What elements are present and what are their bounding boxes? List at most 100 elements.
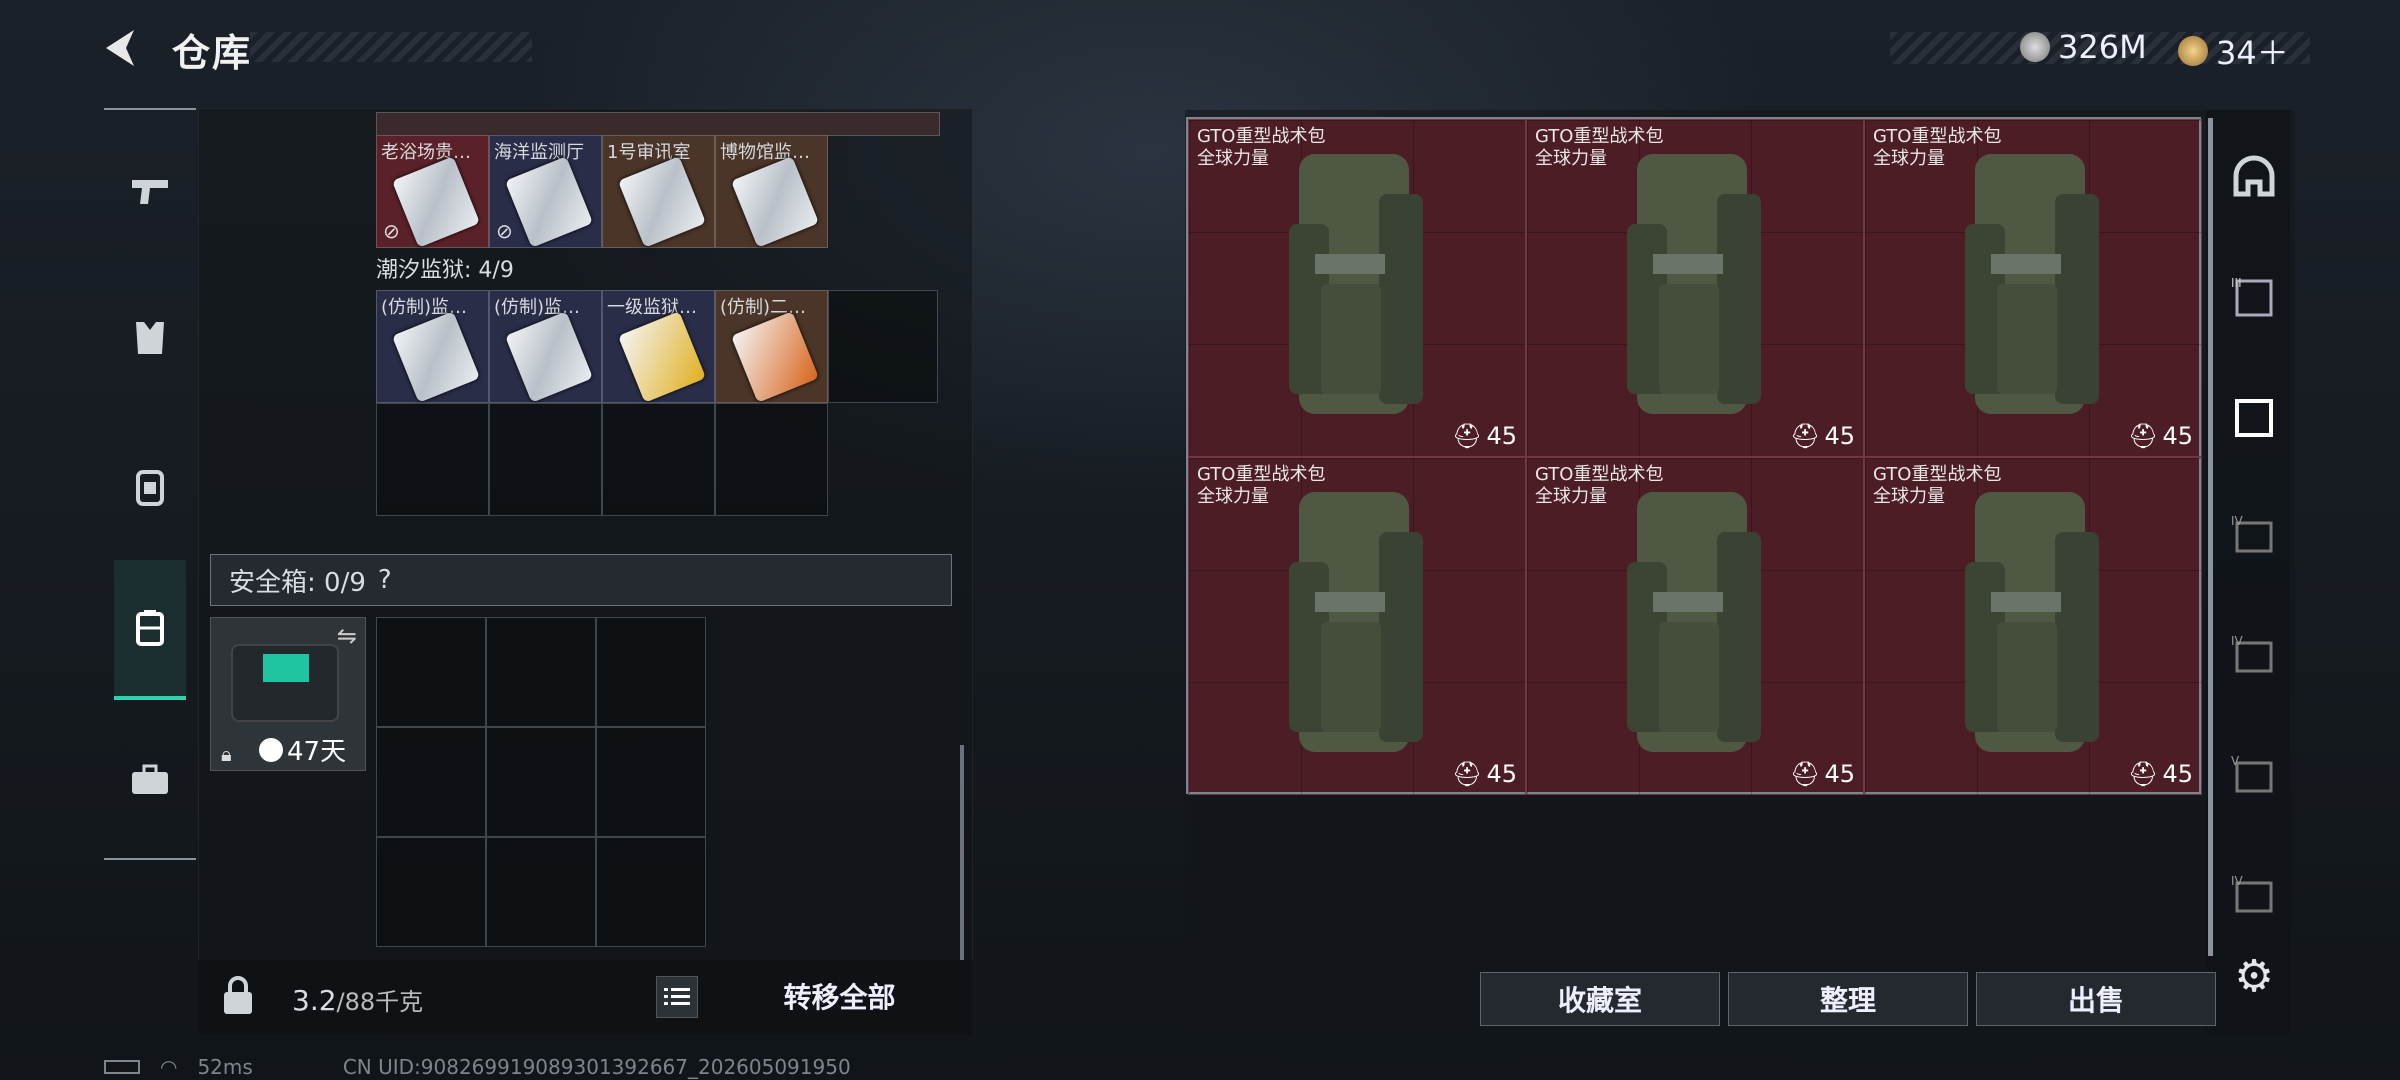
safe-slot[interactable] (486, 837, 596, 947)
rail-item-5[interactable]: IV (2226, 628, 2282, 684)
keycard-slot[interactable]: 老浴场贵… ⊘ (376, 135, 489, 248)
safe-slot[interactable] (376, 837, 486, 947)
no-lock-icon: ⊘ (383, 219, 400, 243)
rental-days: 47天 (287, 737, 347, 767)
backpack-item[interactable]: GTO重型战术包 全球力量 ⛑︎ 45 (1526, 119, 1864, 457)
empty-slot[interactable] (489, 403, 602, 516)
helmet-icon: ⛑︎ (1451, 760, 1483, 788)
uid: CN UID:908269919089301392667_20260509195… (342, 1055, 851, 1079)
container-icon (136, 610, 164, 646)
settings-button[interactable]: ⚙ (2226, 948, 2282, 1004)
weight-value: 3.2 (292, 984, 337, 1017)
backpack-item[interactable]: GTO重型战术包 全球力量 ⛑︎ 45 (1526, 457, 1864, 795)
keycard-label: 老浴场贵… (381, 142, 471, 163)
safe-slot[interactable] (596, 727, 706, 837)
keycard-slot[interactable]: (仿制)监… (489, 290, 602, 403)
keycard-slot[interactable]: (仿制)监… (376, 290, 489, 403)
cut-row (376, 112, 940, 136)
tier-case-icon: IV (2231, 514, 2273, 553)
backpack-capacity: ⛑︎ 45 (1789, 422, 1855, 450)
tab-backpack[interactable] (104, 416, 196, 556)
rail-item-7[interactable]: IV (2226, 868, 2282, 924)
backpack-capacity: ⛑︎ 45 (1789, 760, 1855, 788)
svg-text:III: III (2231, 276, 2242, 290)
weight-readout: 3.2/88千克 (292, 982, 423, 1017)
swap-icon[interactable]: ⇋ (337, 622, 357, 650)
currency-gold[interactable]: 34＋ (2178, 28, 2289, 74)
keycard-icon (617, 156, 707, 248)
rail-scrollbar[interactable] (2208, 118, 2213, 956)
backpack-icon (1965, 492, 2099, 752)
empty-slot[interactable] (602, 403, 715, 516)
back-arrow-icon (106, 30, 134, 66)
keycard-label: 一级监狱… (607, 297, 697, 318)
safe-slot[interactable] (486, 727, 596, 837)
safe-slot[interactable] (376, 727, 486, 837)
back-button[interactable] (100, 26, 144, 70)
backpack-name: GTO重型战术包 全球力量 (1535, 126, 1664, 169)
safe-slot[interactable] (596, 837, 706, 947)
keycard-icon (730, 311, 820, 403)
backpack-item[interactable]: GTO重型战术包 全球力量 ⛑︎ 45 (1188, 119, 1526, 457)
tab-toolbox[interactable] (104, 710, 196, 850)
backpack-name: GTO重型战术包 全球力量 (1197, 126, 1326, 169)
tab-armor[interactable] (104, 268, 196, 408)
helmet-icon: ⛑︎ (1451, 422, 1483, 450)
ping: 52ms (197, 1055, 253, 1079)
safe-box-label: 安全箱: 0/9 (229, 567, 366, 598)
rail-item-1[interactable] (2226, 150, 2282, 206)
sell-button[interactable]: 出售 (1976, 972, 2216, 1026)
rail-item-6[interactable]: V (2226, 748, 2282, 804)
safe-case-accent (263, 654, 309, 682)
silver-coin-icon (2020, 32, 2050, 62)
keycard-slot[interactable]: (仿制)二… (715, 290, 828, 403)
backpack-item[interactable]: GTO重型战术包 全球力量 ⛑︎ 45 (1864, 119, 2202, 457)
keycard-icon (391, 311, 481, 403)
organize-button[interactable]: 整理 (1728, 972, 1968, 1026)
backpack-icon (1289, 492, 1423, 752)
battery-icon (104, 1060, 140, 1074)
status-footer: ◠ 52ms CN UID:908269919089301392667_2026… (104, 1055, 851, 1079)
empty-slot[interactable] (715, 403, 828, 516)
safe-slot[interactable] (596, 617, 706, 727)
list-view-button[interactable] (656, 976, 698, 1018)
lock-icon: 🔒︎ (221, 742, 232, 766)
keycard-label: (仿制)监… (381, 297, 468, 318)
safe-slot[interactable] (376, 617, 486, 727)
gun-icon (132, 180, 168, 204)
scrollbar[interactable] (960, 745, 964, 960)
keycard-icon (617, 311, 707, 403)
backpack-item[interactable]: GTO重型战术包 全球力量 ⛑︎ 45 (1864, 457, 2202, 795)
empty-slot[interactable] (828, 290, 938, 403)
safe-box-header: 安全箱: 0/9 ? (210, 554, 952, 606)
transfer-all-button[interactable]: 转移全部 (712, 966, 967, 1026)
rail-item-2[interactable]: III (2226, 270, 2282, 326)
backpack-icon (136, 470, 164, 506)
backpack-icon (1289, 154, 1423, 414)
tier-safe-icon: V (2231, 754, 2273, 793)
backpack-icon (1965, 154, 2099, 414)
backpack-name: GTO重型战术包 全球力量 (1197, 464, 1326, 507)
keycard-slot[interactable]: 一级监狱… (602, 290, 715, 403)
keycard-slot[interactable]: 1号审讯室 (602, 135, 715, 248)
keycard-slot[interactable]: 海洋监测厅 ⊘ (489, 135, 602, 248)
empty-slot[interactable] (376, 403, 489, 516)
collection-room-button[interactable]: 收藏室 (1480, 972, 1720, 1026)
rental-timer: 47天 (259, 731, 346, 768)
rail-item-3[interactable] (2226, 390, 2282, 446)
tab-divider (104, 858, 196, 860)
backpack-item[interactable]: GTO重型战术包 全球力量 ⛑︎ 45 (1188, 457, 1526, 795)
safe-slot[interactable] (486, 617, 596, 727)
helmet-icon (2233, 155, 2275, 197)
keycard-slot[interactable]: 博物馆监… (715, 135, 828, 248)
vest-icon (136, 322, 164, 354)
tab-container[interactable] (114, 560, 186, 700)
weight-lock-icon (218, 976, 258, 1016)
gold-coin-icon (2178, 36, 2208, 66)
help-icon[interactable]: ? (378, 565, 392, 595)
currency-silver: 326M (2020, 28, 2147, 66)
safe-box-item[interactable]: ⇋ 🔒︎ 47天 (210, 617, 366, 771)
keycard-icon (504, 311, 594, 403)
rail-item-4[interactable]: IV (2226, 508, 2282, 564)
tab-weapons[interactable] (104, 120, 196, 260)
